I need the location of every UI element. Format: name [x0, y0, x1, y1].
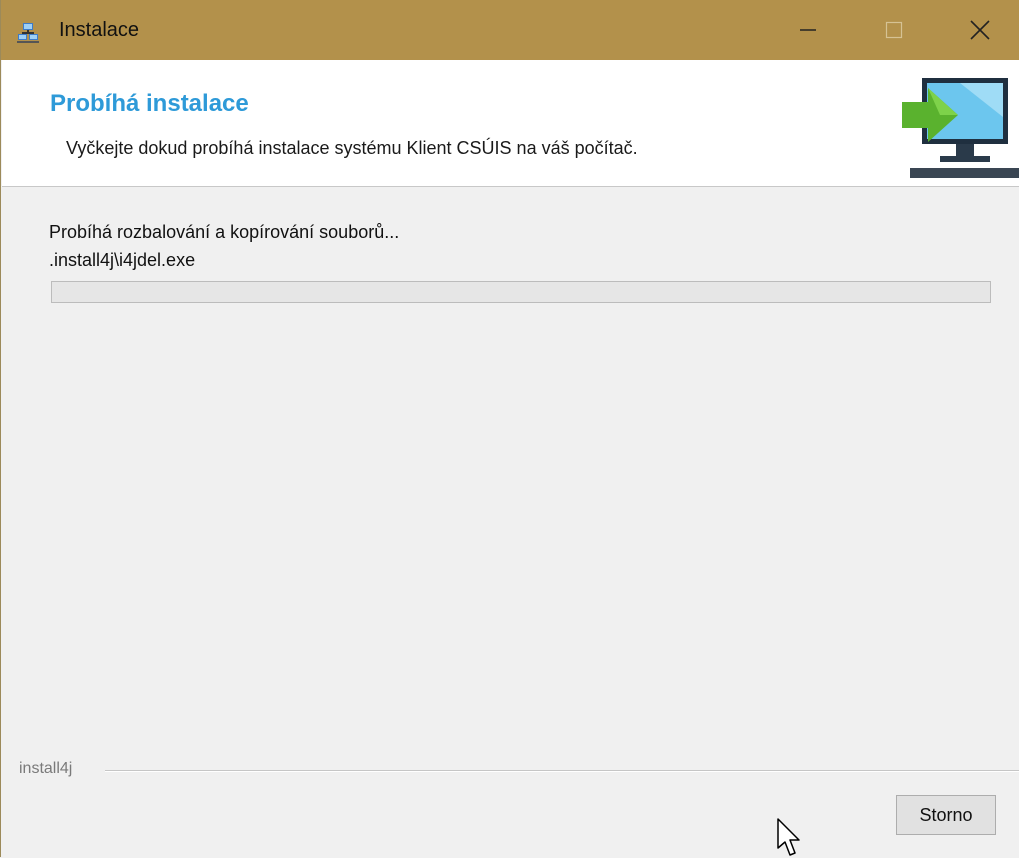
- page-title: Probíhá instalace: [50, 90, 249, 117]
- header-panel: Probíhá instalace Vyčkejte dokud probíhá…: [2, 60, 1019, 187]
- installer-icon: [17, 23, 39, 43]
- footer-separator: [105, 770, 1019, 772]
- maximize-button[interactable]: [861, 0, 927, 60]
- installer-window: Instalace Probíhá instalace Vyčkejte dok…: [0, 0, 1019, 857]
- mouse-cursor-icon: [777, 818, 800, 856]
- computer-arrow-icon: [902, 78, 1019, 178]
- maximize-icon: [885, 21, 903, 39]
- cancel-button[interactable]: Storno: [896, 795, 996, 835]
- close-icon: [970, 20, 990, 40]
- minimize-icon: [800, 29, 816, 31]
- page-subtitle: Vyčkejte dokud probíhá instalace systému…: [66, 138, 638, 158]
- status-text: Probíhá rozbalování a kopírování souborů…: [49, 222, 400, 242]
- install4j-brand-label: install4j: [19, 760, 73, 777]
- window-title: Instalace: [59, 19, 140, 41]
- close-button[interactable]: [947, 0, 1013, 60]
- minimize-button[interactable]: [775, 0, 841, 60]
- progress-bar: [51, 281, 991, 303]
- current-file-text: .install4j\i4jdel.exe: [49, 250, 196, 270]
- title-bar[interactable]: Instalace: [1, 0, 1019, 60]
